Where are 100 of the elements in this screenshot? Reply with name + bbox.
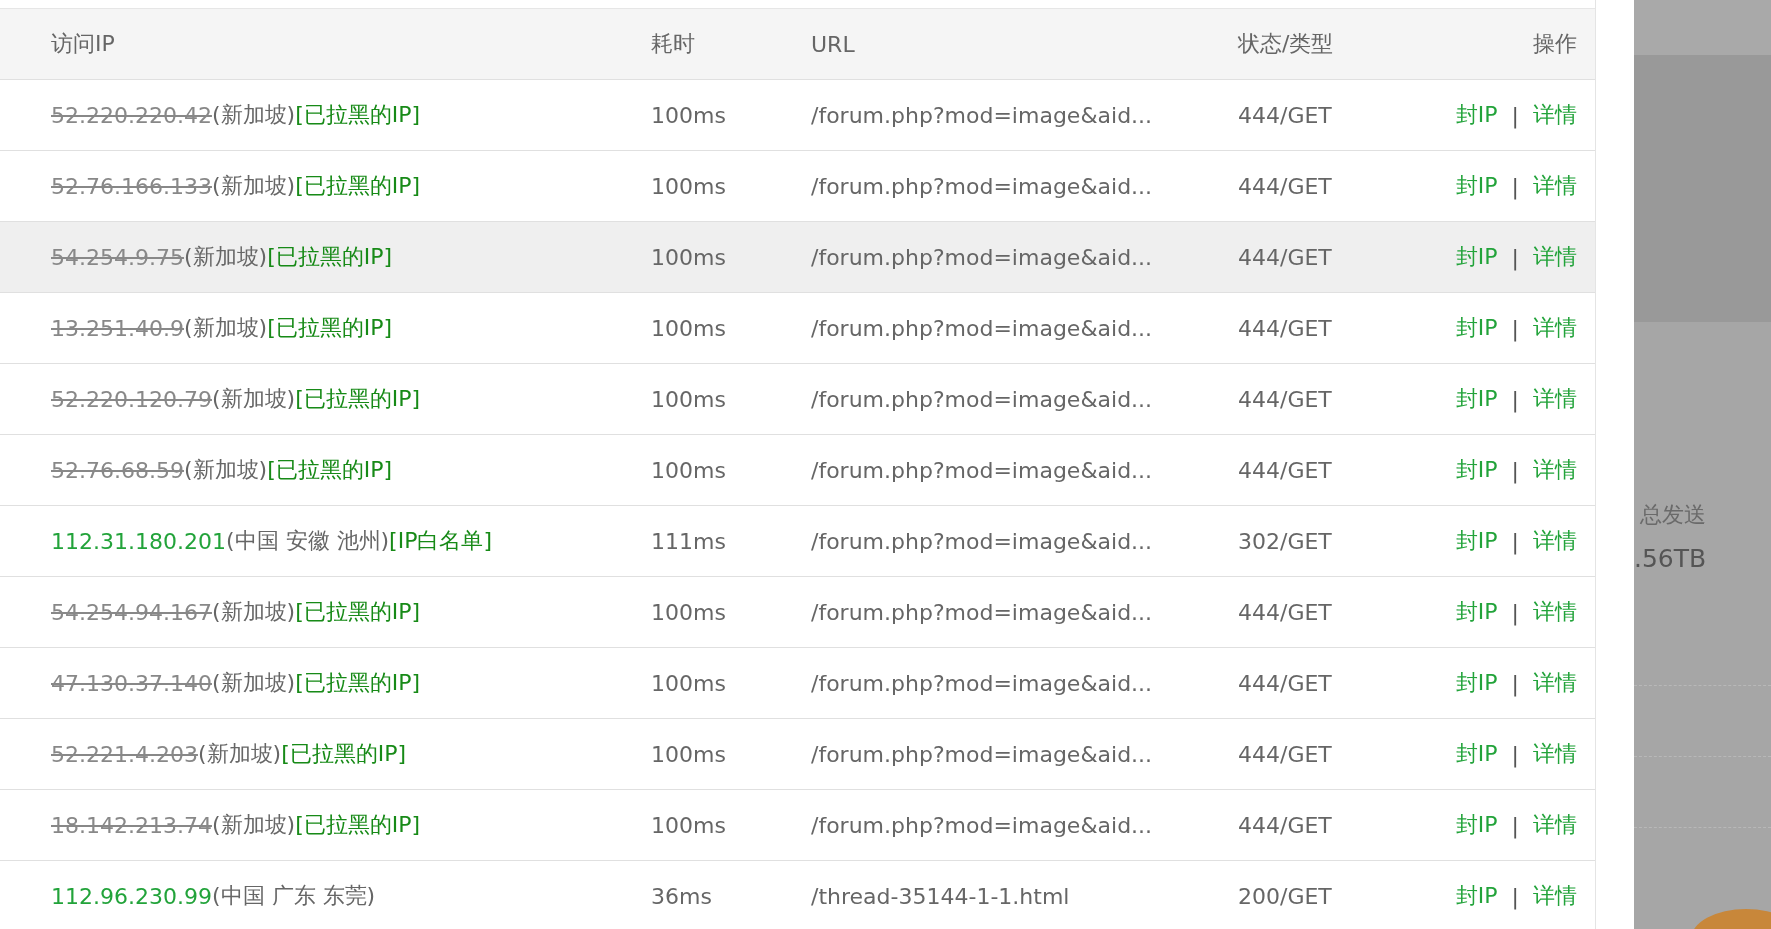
response-time: 100ms: [651, 599, 726, 625]
block-ip-link[interactable]: 封IP: [1455, 384, 1498, 414]
block-ip-link[interactable]: 封IP: [1455, 810, 1498, 840]
column-header: URL: [811, 31, 855, 57]
request-url: /forum.php?mod=image&aid...: [811, 670, 1153, 696]
block-ip-link[interactable]: 封IP: [1455, 242, 1498, 272]
struck-ip-address: 54.254.94.167: [51, 599, 212, 625]
details-link[interactable]: 详情: [1533, 455, 1577, 485]
response-time: 100ms: [651, 812, 726, 838]
ip-location: (中国 广东 东莞): [211, 882, 376, 910]
block-ip-link[interactable]: 封IP: [1455, 597, 1498, 627]
ip-location: (新加坡): [211, 811, 296, 839]
ip-location: (新加坡): [183, 314, 268, 342]
struck-ip-address: 13.251.40.9: [51, 315, 184, 341]
ip-list-tag: [IP白名单]: [389, 526, 493, 556]
stat-label: 总发送: [1639, 501, 1707, 529]
response-time: 100ms: [651, 386, 726, 412]
ip-list-tag: [已拉黑的IP]: [267, 455, 393, 485]
action-separator: |: [1511, 457, 1519, 483]
block-ip-link[interactable]: 封IP: [1455, 455, 1498, 485]
action-separator: |: [1511, 244, 1519, 270]
column-header: 状态/类型: [1238, 30, 1334, 58]
block-ip-link[interactable]: 封IP: [1455, 100, 1498, 130]
response-time: 100ms: [651, 741, 726, 767]
ip-location: (新加坡): [211, 598, 296, 626]
action-separator: |: [1511, 741, 1519, 767]
struck-ip-address: 52.220.220.42: [51, 102, 212, 128]
block-ip-link[interactable]: 封IP: [1455, 668, 1498, 698]
details-link[interactable]: 详情: [1533, 313, 1577, 343]
response-time: 100ms: [651, 173, 726, 199]
block-ip-link[interactable]: 封IP: [1455, 739, 1498, 769]
block-ip-link[interactable]: 封IP: [1455, 881, 1498, 911]
column-header: 访问IP: [51, 30, 115, 58]
ip-list-tag: [已拉黑的IP]: [281, 739, 407, 769]
block-ip-link[interactable]: 封IP: [1455, 313, 1498, 343]
request-url: /forum.php?mod=image&aid...: [811, 173, 1153, 199]
action-separator: |: [1511, 102, 1519, 128]
request-url: /forum.php?mod=image&aid...: [811, 457, 1153, 483]
status-method: 444/GET: [1238, 599, 1332, 625]
details-link[interactable]: 详情: [1533, 881, 1577, 911]
ip-list-tag: [已拉黑的IP]: [267, 242, 393, 272]
block-ip-link[interactable]: 封IP: [1455, 171, 1498, 201]
details-link[interactable]: 详情: [1533, 171, 1577, 201]
status-method: 444/GET: [1238, 386, 1332, 412]
status-method: 444/GET: [1238, 741, 1332, 767]
action-separator: |: [1511, 528, 1519, 554]
ip-location: (新加坡): [211, 669, 296, 697]
details-link[interactable]: 详情: [1533, 597, 1577, 627]
stat-value: .56TB: [1634, 544, 1708, 573]
ip-location: (新加坡): [183, 243, 268, 271]
request-url: /forum.php?mod=image&aid...: [811, 528, 1153, 554]
status-method: 200/GET: [1238, 883, 1332, 909]
ip-location: (新加坡): [197, 740, 282, 768]
ip-location: (新加坡): [183, 456, 268, 484]
ip-list-tag: [已拉黑的IP]: [295, 810, 421, 840]
request-url: /forum.php?mod=image&aid...: [811, 812, 1153, 838]
status-method: 444/GET: [1238, 244, 1332, 270]
request-url: /forum.php?mod=image&aid...: [811, 315, 1153, 341]
ip-address: 112.31.180.201: [51, 528, 226, 554]
status-method: 444/GET: [1238, 670, 1332, 696]
ip-location: (新加坡): [211, 385, 296, 413]
struck-ip-address: 54.254.9.75: [51, 244, 184, 270]
struck-ip-address: 52.221.4.203: [51, 741, 198, 767]
request-url: /thread-35144-1-1.html: [811, 883, 1070, 909]
details-link[interactable]: 详情: [1533, 526, 1577, 556]
status-method: 302/GET: [1238, 528, 1332, 554]
column-header: 操作: [1533, 30, 1577, 58]
ip-list-tag: [已拉黑的IP]: [295, 100, 421, 130]
action-separator: |: [1511, 173, 1519, 199]
status-method: 444/GET: [1238, 102, 1332, 128]
action-separator: |: [1511, 315, 1519, 341]
details-link[interactable]: 详情: [1533, 668, 1577, 698]
response-time: 111ms: [651, 528, 726, 554]
ip-location: (新加坡): [211, 172, 296, 200]
status-method: 444/GET: [1238, 812, 1332, 838]
request-url: /forum.php?mod=image&aid...: [811, 741, 1153, 767]
status-method: 444/GET: [1238, 173, 1332, 199]
ip-address: 112.96.230.99: [51, 883, 212, 909]
column-header: 耗时: [651, 30, 695, 58]
struck-ip-address: 52.76.68.59: [51, 457, 184, 483]
block-ip-link[interactable]: 封IP: [1455, 526, 1498, 556]
action-separator: |: [1511, 812, 1519, 838]
ip-list-tag: [已拉黑的IP]: [295, 171, 421, 201]
struck-ip-address: 47.130.37.140: [51, 670, 212, 696]
response-time: 100ms: [651, 102, 726, 128]
details-link[interactable]: 详情: [1533, 739, 1577, 769]
details-link[interactable]: 详情: [1533, 242, 1577, 272]
request-url: /forum.php?mod=image&aid...: [811, 386, 1153, 412]
details-link[interactable]: 详情: [1533, 384, 1577, 414]
struck-ip-address: 52.220.120.79: [51, 386, 212, 412]
struck-ip-address: 18.142.213.74: [51, 812, 212, 838]
ip-list-tag: [已拉黑的IP]: [295, 384, 421, 414]
ip-location: (新加坡): [211, 101, 296, 129]
struck-ip-address: 52.76.166.133: [51, 173, 212, 199]
response-time: 36ms: [651, 883, 712, 909]
details-link[interactable]: 详情: [1533, 810, 1577, 840]
details-link[interactable]: 详情: [1533, 100, 1577, 130]
response-time: 100ms: [651, 244, 726, 270]
request-url: /forum.php?mod=image&aid...: [811, 102, 1153, 128]
request-url: /forum.php?mod=image&aid...: [811, 244, 1153, 270]
